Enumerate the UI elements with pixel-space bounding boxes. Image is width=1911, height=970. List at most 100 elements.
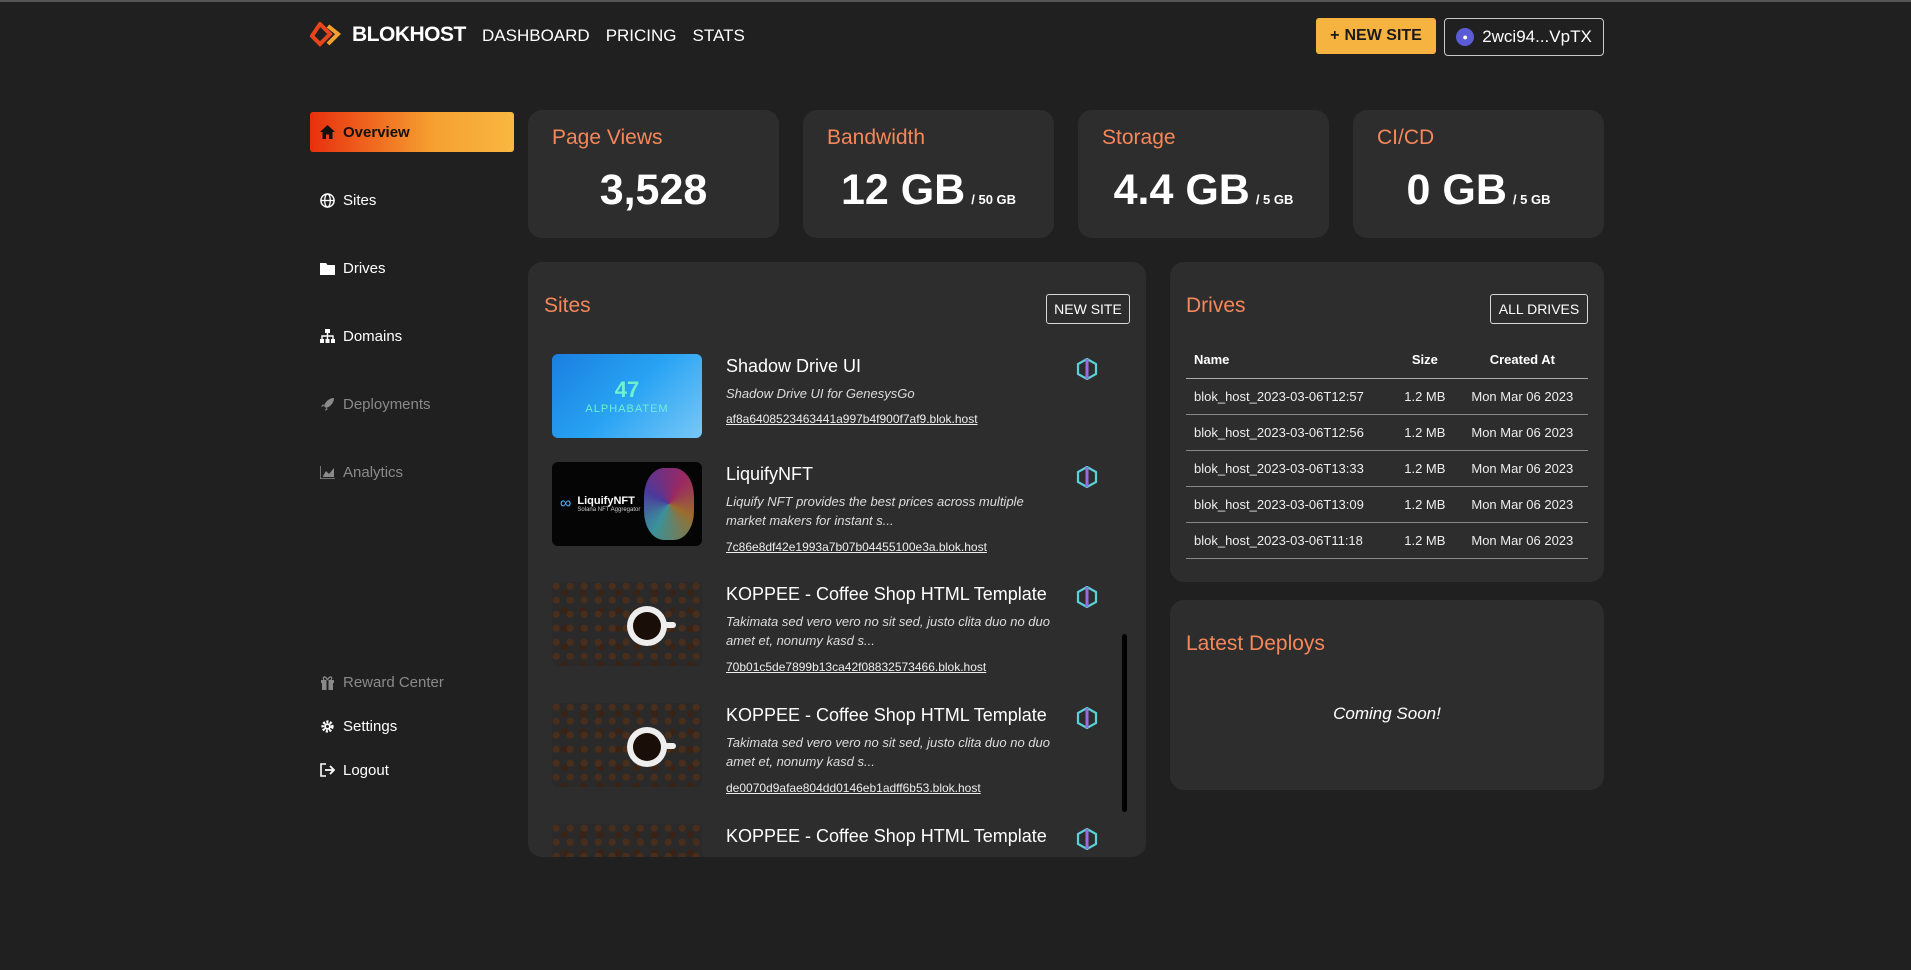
sidebar: Overview Sites Drives Domains Deployment… — [310, 112, 514, 779]
sites-scrollbar[interactable] — [1122, 634, 1127, 812]
stat-value: 0 GB/ 5 GB — [1406, 166, 1551, 214]
table-header-row: Name Size Created At — [1186, 342, 1588, 379]
shadow-drive-icon[interactable] — [1076, 586, 1098, 608]
site-name[interactable]: KOPPEE - Coffee Shop HTML Template — [726, 705, 1047, 726]
drive-size: 1.2 MB — [1392, 414, 1457, 451]
sidebar-item-label: Overview — [343, 123, 410, 141]
site-url-link[interactable]: 70b01c5de7899b13ca42f08832573466.blok.ho… — [726, 660, 986, 674]
stat-title: Page Views — [552, 126, 663, 149]
sidebar-item-analytics[interactable]: Analytics — [310, 452, 514, 492]
sidebar-item-label: Drives — [343, 259, 386, 277]
rocket-icon — [320, 397, 335, 412]
list-item[interactable]: 47 ALPHABATEM Shadow Drive UI Shadow Dri… — [552, 354, 1112, 462]
sidebar-item-logout[interactable]: Logout — [310, 750, 444, 790]
stat-unit: / 5 GB — [1255, 192, 1294, 207]
drive-size: 1.2 MB — [1392, 378, 1457, 415]
site-name[interactable]: Shadow Drive UI — [726, 356, 861, 377]
sidebar-item-settings[interactable]: Settings — [310, 706, 444, 746]
drive-name: blok_host_2023-03-06T11:18 — [1186, 522, 1393, 559]
sidebar-item-label: Logout — [343, 761, 389, 779]
drive-size: 1.2 MB — [1392, 522, 1457, 559]
site-url-link[interactable]: de0070d9afae804dd0146eb1adff6b53.blok.ho… — [726, 781, 981, 795]
site-thumbnail[interactable]: ∞ LiquifyNFT Solana NFT Aggregator — [552, 462, 702, 546]
chart-icon — [320, 465, 335, 480]
sidebar-item-label: Deployments — [343, 395, 431, 413]
site-thumbnail[interactable] — [552, 703, 702, 787]
site-description: Liquify NFT provides the best prices acr… — [726, 494, 1024, 528]
sidebar-item-sites[interactable]: Sites — [310, 180, 514, 220]
sidebar-item-overview[interactable]: Overview — [310, 112, 514, 152]
sidebar-item-deployments[interactable]: Deployments — [310, 384, 514, 424]
site-thumbnail[interactable] — [552, 824, 702, 857]
sidebar-item-reward-center[interactable]: Reward Center — [310, 662, 444, 702]
thumbnail-text: LiquifyNFT — [577, 495, 635, 507]
site-url-link[interactable]: 7c86e8df42e1993a7b07b04455100e3a.blok.ho… — [726, 540, 987, 554]
thumbnail-text: ALPHABATEM — [585, 403, 669, 415]
table-row[interactable]: blok_host_2023-03-06T12:56 1.2 MB Mon Mar … — [1186, 414, 1588, 451]
sidebar-item-domains[interactable]: Domains — [310, 316, 514, 356]
coffee-cup-handle — [664, 743, 676, 749]
list-item[interactable]: KOPPEE - Coffee Shop HTML Template Takim… — [552, 582, 1112, 703]
list-item[interactable]: KOPPEE - Coffee Shop HTML Template Takim… — [552, 703, 1112, 824]
site-name[interactable]: KOPPEE - Coffee Shop HTML Template — [726, 584, 1047, 605]
site-name[interactable]: KOPPEE - Coffee Shop HTML Template — [726, 826, 1047, 847]
sites-panel: Sites NEW SITE 47 ALPHABATEM Shadow Driv… — [528, 262, 1146, 857]
site-url-link[interactable]: af8a6408523463441a997b4f900f7af9.blok.ho… — [726, 412, 978, 426]
new-site-label: NEW SITE — [1344, 27, 1422, 44]
sites-title: Sites — [544, 294, 591, 317]
stat-value: 4.4 GB/ 5 GB — [1113, 166, 1294, 214]
stat-unit: / 5 GB — [1512, 192, 1551, 207]
drives-table: Name Size Created At blok_host_2023-03-0… — [1186, 342, 1588, 559]
liquify-logo-icon: ∞ — [560, 495, 572, 512]
list-item[interactable]: ∞ LiquifyNFT Solana NFT Aggregator Liqui… — [552, 462, 1112, 582]
logout-icon — [320, 763, 335, 778]
sitemap-icon — [320, 329, 335, 344]
alphabatem-logo-icon: 47 — [614, 377, 640, 402]
latest-deploys-panel: Latest Deploys Coming Soon! — [1170, 600, 1604, 790]
wallet-address: 2wci94...VpTX — [1482, 27, 1592, 46]
site-thumbnail[interactable] — [552, 582, 702, 666]
site-name[interactable]: LiquifyNFT — [726, 464, 813, 485]
latest-deploys-title: Latest Deploys — [1186, 632, 1325, 655]
site-thumbnail[interactable]: 47 ALPHABATEM — [552, 354, 702, 438]
sidebar-item-label: Sites — [343, 191, 377, 209]
drive-size: 1.2 MB — [1392, 450, 1457, 487]
drives-panel: Drives ALL DRIVES Name Size Created At b… — [1170, 262, 1604, 582]
main-nav: DASHBOARD PRICING STATS — [482, 26, 745, 46]
globe-icon — [320, 192, 335, 208]
new-site-panel-button[interactable]: NEW SITE — [1046, 294, 1130, 324]
stat-title: Bandwidth — [827, 126, 926, 149]
decorative-swirl — [644, 468, 694, 540]
stat-card-page-views: Page Views 3,528 — [528, 110, 779, 238]
shadow-drive-icon[interactable] — [1076, 358, 1098, 380]
stat-card-storage: Storage 4.4 GB/ 5 GB — [1078, 110, 1329, 238]
nav-pricing[interactable]: PRICING — [606, 26, 677, 46]
new-site-button[interactable]: + NEW SITE — [1316, 18, 1436, 54]
stat-unit: / 50 GB — [971, 192, 1017, 207]
drives-title: Drives — [1186, 294, 1246, 317]
list-item[interactable]: KOPPEE - Coffee Shop HTML Template — [552, 824, 1112, 857]
table-row[interactable]: blok_host_2023-03-06T11:18 1.2 MB Mon Mar … — [1186, 522, 1588, 559]
shadow-drive-icon[interactable] — [1076, 828, 1098, 850]
table-row[interactable]: blok_host_2023-03-06T12:57 1.2 MB Mon Mar … — [1186, 378, 1588, 415]
brand-logo[interactable]: BLOKHOST — [310, 22, 466, 48]
table-row[interactable]: blok_host_2023-03-06T13:09 1.2 MB Mon Mar … — [1186, 486, 1588, 523]
drive-created-at: Mon Mar 06 2023 — [1456, 414, 1588, 451]
plus-icon: + — [1330, 27, 1340, 44]
wallet-button[interactable]: ● 2wci94...VpTX — [1444, 18, 1604, 56]
gift-icon — [320, 675, 335, 690]
nav-dashboard[interactable]: DASHBOARD — [482, 26, 590, 46]
all-drives-button[interactable]: ALL DRIVES — [1490, 294, 1588, 324]
sidebar-item-drives[interactable]: Drives — [310, 248, 514, 288]
gear-icon — [320, 719, 335, 734]
shadow-drive-icon[interactable] — [1076, 466, 1098, 488]
drive-size: 1.2 MB — [1392, 486, 1457, 523]
drive-created-at: Mon Mar 06 2023 — [1456, 522, 1588, 559]
table-row[interactable]: blok_host_2023-03-06T13:33 1.2 MB Mon Mar … — [1186, 450, 1588, 487]
column-header-size: Size — [1392, 342, 1457, 379]
stat-title: Storage — [1102, 126, 1176, 149]
drive-name: blok_host_2023-03-06T12:56 — [1186, 414, 1393, 451]
shadow-drive-icon[interactable] — [1076, 707, 1098, 729]
stat-title: CI/CD — [1377, 126, 1435, 149]
nav-stats[interactable]: STATS — [693, 26, 745, 46]
